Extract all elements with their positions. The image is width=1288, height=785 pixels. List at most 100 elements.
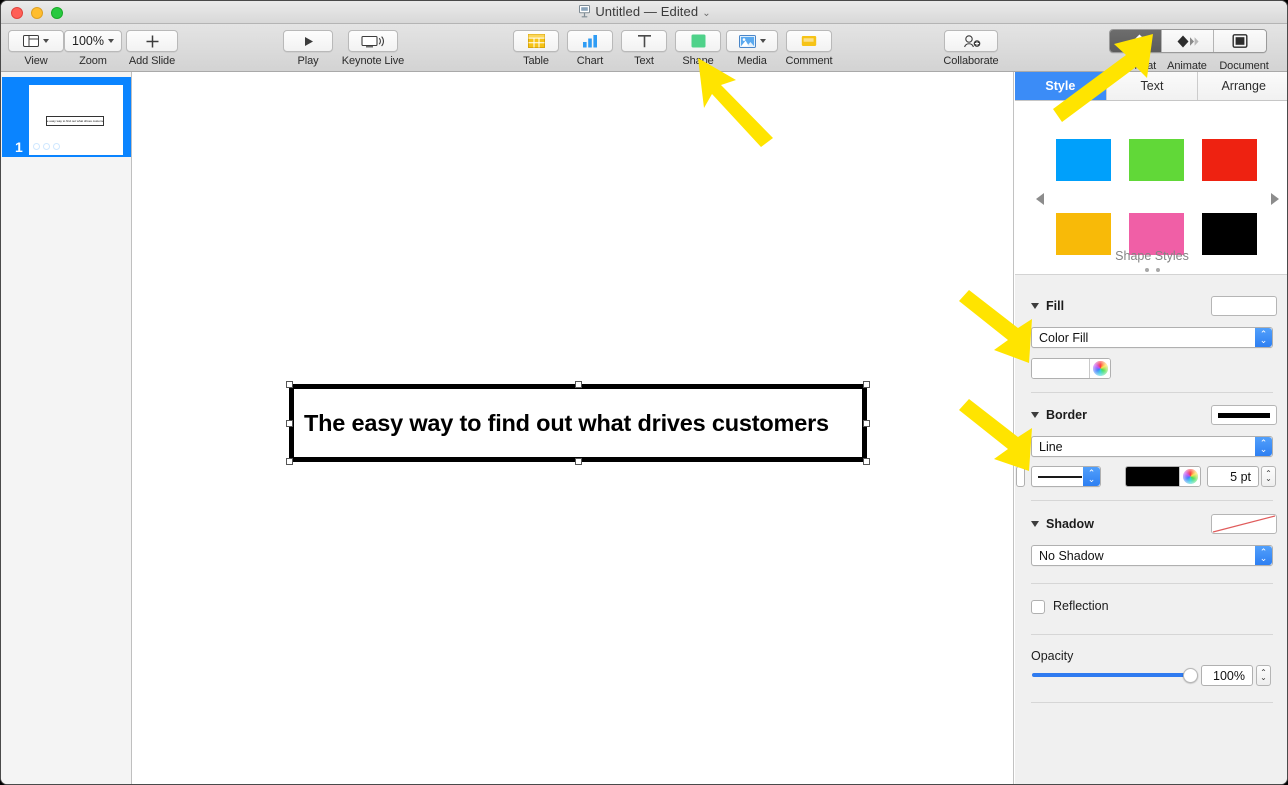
fill-color-swatch[interactable] bbox=[1032, 359, 1089, 378]
shape-styles-next-icon[interactable] bbox=[1271, 193, 1279, 205]
zoom-label: Zoom bbox=[79, 55, 107, 67]
fill-type-popup[interactable]: Color Fill ⌃ ⌄ bbox=[1031, 327, 1273, 348]
disclosure-triangle-icon[interactable] bbox=[1031, 521, 1039, 527]
green-square-icon bbox=[691, 34, 705, 48]
resize-handle-top-left[interactable] bbox=[286, 381, 293, 388]
slide-navigator[interactable]: The easy way to find out what drives cus… bbox=[1, 72, 132, 784]
fill-section-header[interactable]: Fill bbox=[1031, 299, 1064, 313]
play-button[interactable] bbox=[283, 30, 333, 52]
shadow-section-header[interactable]: Shadow bbox=[1031, 517, 1094, 531]
inspector-tabs[interactable]: Style Text Arrange bbox=[1015, 72, 1287, 101]
animate-label: Animate bbox=[1167, 60, 1207, 72]
spacer bbox=[1016, 466, 1025, 487]
border-line-style-popup[interactable]: ⌃ ⌄ bbox=[1031, 466, 1101, 487]
window-titlebar: Untitled — Edited ⌄ bbox=[1, 1, 1287, 24]
tab-arrange[interactable]: Arrange bbox=[1198, 72, 1287, 100]
selected-text-shape[interactable]: The easy way to find out what drives cus… bbox=[289, 384, 867, 462]
disclosure-triangle-icon[interactable] bbox=[1031, 303, 1039, 309]
play-label: Play bbox=[297, 55, 319, 67]
color-wheel-icon bbox=[1092, 361, 1108, 376]
resize-handle-bottom-center[interactable] bbox=[574, 458, 582, 465]
comment-flag-icon bbox=[801, 35, 817, 46]
reflection-checkbox[interactable] bbox=[1031, 600, 1045, 614]
border-width-stepper[interactable]: ⌃ ⌄ bbox=[1261, 466, 1276, 487]
shadow-type-popup[interactable]: No Shadow ⌃ ⌄ bbox=[1031, 545, 1273, 566]
shape-styles-prev-icon[interactable] bbox=[1036, 193, 1044, 205]
add-slide-button[interactable] bbox=[126, 30, 178, 52]
resize-handle-bottom-left[interactable] bbox=[286, 458, 293, 465]
format-button[interactable] bbox=[1110, 30, 1162, 52]
plus-icon bbox=[146, 35, 158, 47]
media-button[interactable] bbox=[726, 30, 778, 52]
resize-handle-middle-right[interactable] bbox=[863, 419, 870, 427]
chevron-down-icon[interactable]: ⌄ bbox=[702, 8, 710, 19]
animate-button[interactable] bbox=[1162, 30, 1214, 52]
resize-handle-middle-left[interactable] bbox=[286, 419, 293, 427]
tab-text[interactable]: Text bbox=[1106, 72, 1199, 100]
media-label: Media bbox=[737, 55, 767, 67]
border-color-well[interactable] bbox=[1125, 466, 1201, 487]
person-add-icon bbox=[963, 35, 980, 48]
solid-line-icon bbox=[1038, 475, 1082, 478]
shape-styles-page-dots[interactable] bbox=[1015, 268, 1287, 272]
text-label: Text bbox=[634, 55, 654, 67]
inspector-toggle-group[interactable] bbox=[1109, 29, 1267, 53]
diamond-motion-icon bbox=[1177, 35, 1199, 47]
tab-style[interactable]: Style bbox=[1015, 72, 1107, 100]
divider-opacity bbox=[1031, 702, 1273, 703]
opacity-stepper[interactable]: ⌃ ⌄ bbox=[1256, 665, 1271, 686]
fill-preview bbox=[1211, 296, 1277, 316]
document-button[interactable] bbox=[1214, 30, 1266, 52]
resize-handle-top-center[interactable] bbox=[574, 381, 582, 388]
collaborate-button[interactable] bbox=[944, 30, 998, 52]
slide-build-indicators bbox=[33, 143, 60, 150]
text-button[interactable] bbox=[621, 30, 667, 52]
shape-button[interactable] bbox=[675, 30, 721, 52]
fill-color-well[interactable] bbox=[1031, 358, 1111, 379]
border-width-field[interactable]: 5 pt bbox=[1207, 466, 1259, 487]
opacity-value-field[interactable]: 100% bbox=[1201, 665, 1253, 686]
popup-stepper-icon[interactable]: ⌃ ⌄ bbox=[1255, 546, 1272, 565]
border-section-header[interactable]: Border bbox=[1031, 408, 1087, 422]
main-toolbar: View 100% Zoom Add Slide Play Keynote Li… bbox=[1, 24, 1287, 72]
comment-label: Comment bbox=[785, 55, 833, 67]
divider-fill bbox=[1031, 392, 1273, 393]
shape-style-red[interactable] bbox=[1202, 139, 1257, 181]
photo-icon bbox=[738, 34, 756, 48]
divider-shadow bbox=[1031, 583, 1273, 584]
border-preview-line bbox=[1218, 412, 1270, 418]
opacity-slider-track[interactable] bbox=[1032, 673, 1196, 677]
fill-color-wheel-button[interactable] bbox=[1089, 359, 1110, 378]
slide-canvas[interactable]: The easy way to find out what drives cus… bbox=[133, 72, 1014, 784]
view-label: View bbox=[24, 55, 48, 67]
border-color-swatch[interactable] bbox=[1126, 467, 1179, 486]
border-color-wheel-button[interactable] bbox=[1179, 467, 1200, 486]
chart-button[interactable] bbox=[567, 30, 613, 52]
comment-button[interactable] bbox=[786, 30, 832, 52]
shape-style-blue[interactable] bbox=[1056, 139, 1111, 181]
chevron-down-icon bbox=[43, 39, 49, 43]
table-button[interactable] bbox=[513, 30, 559, 52]
popup-stepper-icon[interactable]: ⌃ ⌄ bbox=[1255, 328, 1272, 347]
shadow-type-value: No Shadow bbox=[1039, 548, 1104, 563]
disclosure-triangle-icon[interactable] bbox=[1031, 412, 1039, 418]
shape-style-green[interactable] bbox=[1129, 139, 1184, 181]
popup-stepper-icon[interactable]: ⌃ ⌄ bbox=[1083, 467, 1100, 486]
shape-label: Shape bbox=[682, 55, 714, 67]
resize-handle-bottom-right[interactable] bbox=[863, 458, 870, 465]
slide-thumbnail-shape: The easy way to find out what drives cus… bbox=[46, 116, 104, 126]
keynote-live-button[interactable] bbox=[348, 30, 398, 52]
resize-handle-top-right[interactable] bbox=[863, 381, 870, 388]
document-title[interactable]: Untitled — Edited ⌄ bbox=[1, 4, 1287, 21]
document-label: Document bbox=[1219, 60, 1269, 72]
keynote-document-icon bbox=[579, 5, 591, 21]
border-type-value: Line bbox=[1039, 439, 1063, 454]
popup-stepper-icon[interactable]: ⌃ ⌄ bbox=[1255, 437, 1272, 456]
opacity-slider-knob[interactable] bbox=[1183, 668, 1198, 683]
slide-thumbnail-1[interactable]: The easy way to find out what drives cus… bbox=[2, 77, 131, 157]
view-button[interactable] bbox=[8, 30, 64, 52]
border-type-popup[interactable]: Line ⌃ ⌄ bbox=[1031, 436, 1273, 457]
shadow-title: Shadow bbox=[1046, 517, 1094, 531]
zoom-dropdown[interactable]: 100% bbox=[64, 30, 122, 52]
bar-chart-icon bbox=[582, 35, 597, 48]
